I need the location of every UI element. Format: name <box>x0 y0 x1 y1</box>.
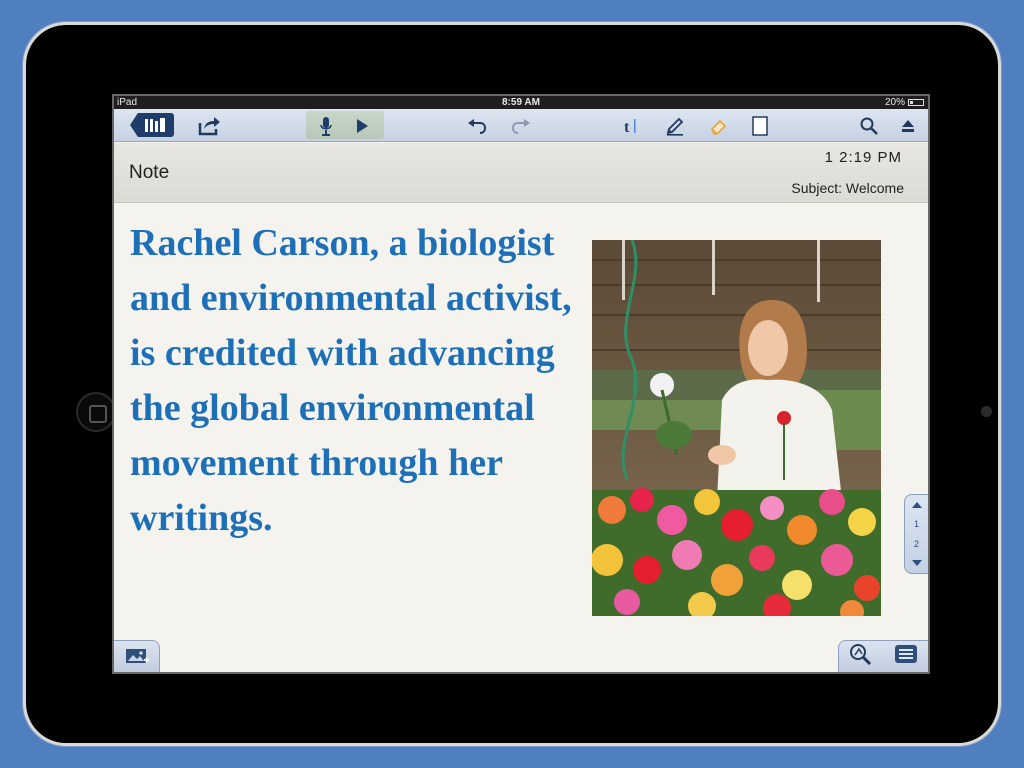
page-down-icon[interactable] <box>911 559 923 567</box>
insert-image-icon <box>125 648 149 663</box>
bottom-tools <box>838 640 928 672</box>
camera <box>981 406 992 417</box>
record-button[interactable] <box>314 113 338 139</box>
notebooks-icon <box>145 118 165 132</box>
photo-illustration <box>592 240 881 616</box>
notebooks-button[interactable] <box>130 113 174 137</box>
page-up-icon[interactable] <box>911 501 923 509</box>
note-subject[interactable]: Subject: Welcome <box>791 180 904 196</box>
status-bar: iPad 8:59 AM 20% <box>114 96 928 109</box>
total-pages: 2 <box>913 539 919 549</box>
page-navigator: 1 2 <box>904 494 928 574</box>
list-icon <box>894 645 917 663</box>
share-button[interactable] <box>194 113 224 139</box>
play-button[interactable] <box>350 113 374 139</box>
search-button[interactable] <box>856 113 882 139</box>
svg-text:t: t <box>624 119 630 135</box>
eraser-icon <box>711 119 727 135</box>
microphone-icon <box>320 117 332 136</box>
battery-percent: 20% <box>884 97 905 108</box>
share-icon <box>198 117 220 136</box>
note-body-text[interactable]: Rachel Carson, a biologist and environme… <box>130 216 580 546</box>
pen-tool-button[interactable] <box>662 113 688 139</box>
status-time: 8:59 AM <box>502 97 540 108</box>
hide-keyboard-icon <box>902 120 914 132</box>
undo-button[interactable] <box>464 113 490 139</box>
hide-keyboard-button[interactable] <box>896 113 920 139</box>
note-time: 1 2:19 PM <box>824 149 902 166</box>
pen-icon <box>666 117 684 136</box>
undo-icon <box>468 119 487 134</box>
page-icon <box>752 116 768 136</box>
redo-icon <box>511 119 530 134</box>
list-view-button[interactable] <box>894 644 918 669</box>
toolbar: t <box>114 109 928 142</box>
zoom-button[interactable] <box>849 643 873 670</box>
note-header: Note 1 2:19 PM Subject: Welcome <box>114 143 928 203</box>
note-title: Note <box>129 162 170 183</box>
page-button[interactable] <box>748 113 772 139</box>
greenhouse-photo[interactable] <box>592 240 881 616</box>
eraser-tool-button[interactable] <box>706 113 732 139</box>
redo-button[interactable] <box>508 113 534 139</box>
text-tool-button[interactable]: t <box>618 113 642 139</box>
battery-status: 20% <box>885 96 924 109</box>
insert-image-button[interactable] <box>114 640 160 672</box>
screen: iPad 8:59 AM 20% t Note 1 2:19 PM Subjec… <box>112 94 930 674</box>
text-tool-icon: t <box>624 119 636 135</box>
current-page: 1 <box>913 519 919 529</box>
battery-icon <box>908 99 924 106</box>
home-button[interactable] <box>76 392 116 432</box>
search-icon <box>860 117 878 135</box>
zoom-icon <box>850 644 872 666</box>
play-icon <box>357 119 368 133</box>
